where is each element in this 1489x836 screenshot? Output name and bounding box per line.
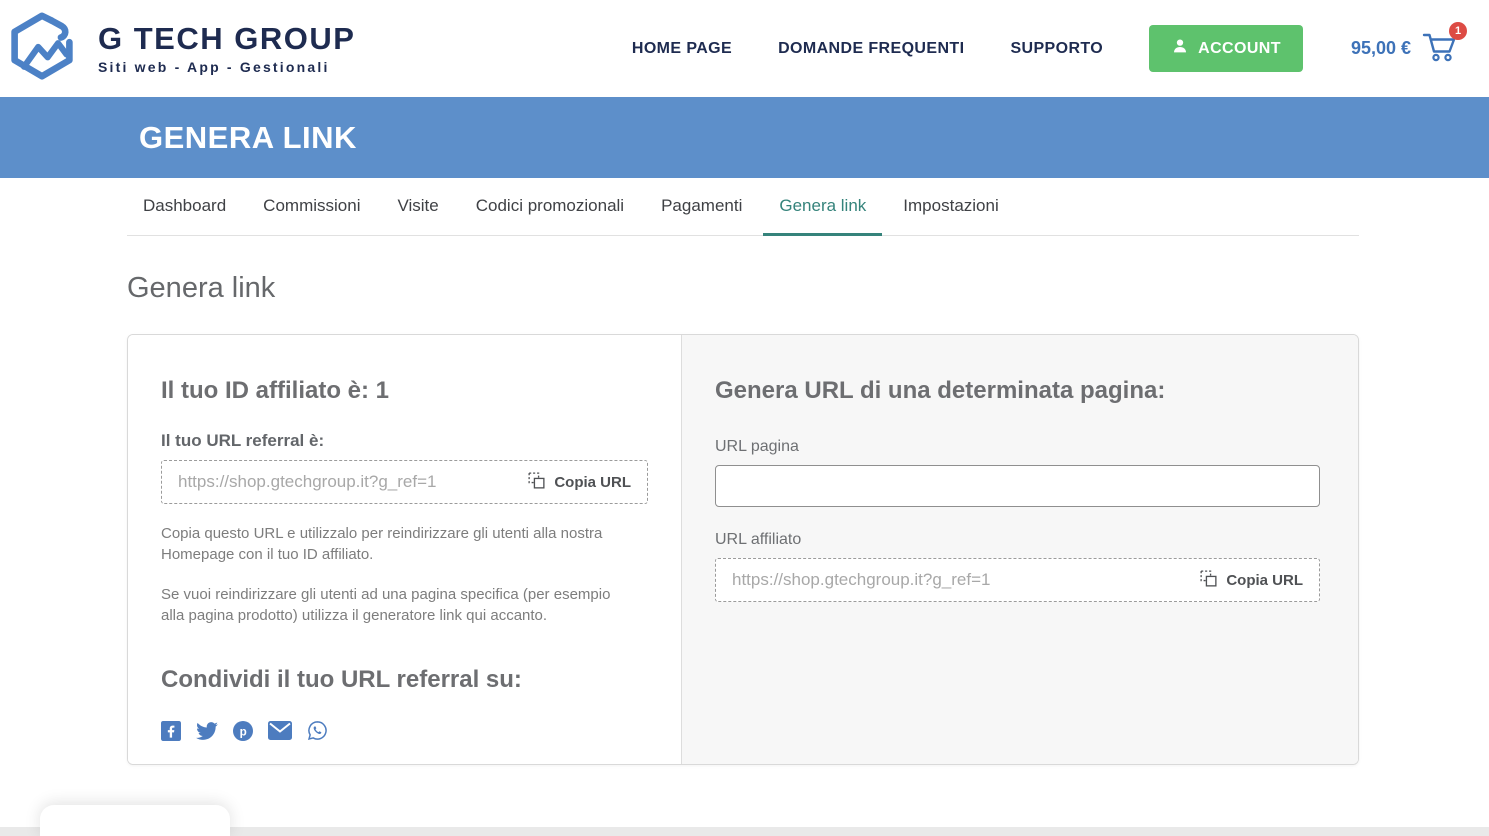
- site-header: G TECH GROUP Siti web - App - Gestionali…: [0, 0, 1489, 97]
- brand-logo[interactable]: G TECH GROUP Siti web - App - Gestionali: [8, 12, 355, 85]
- cart-total: 95,00 €: [1351, 38, 1411, 59]
- pinterest-icon[interactable]: p: [233, 721, 253, 741]
- copy-referral-url-button[interactable]: Copia URL: [528, 472, 631, 493]
- tab-dashboard[interactable]: Dashboard: [127, 178, 242, 236]
- share-heading: Condividi il tuo URL referral su:: [161, 666, 648, 694]
- url-page-label: URL pagina: [715, 438, 1320, 456]
- affiliate-url-value: https://shop.gtechgroup.it?g_ref=1: [732, 570, 991, 590]
- email-icon[interactable]: [268, 721, 292, 740]
- user-icon: [1171, 37, 1189, 60]
- copy-affiliate-url-button[interactable]: Copia URL: [1200, 570, 1303, 591]
- nav-item-supporto[interactable]: SUPPORTO: [1010, 40, 1103, 58]
- brand-name: G TECH GROUP: [98, 22, 355, 56]
- facebook-icon[interactable]: [161, 721, 181, 741]
- social-share-row: p: [161, 720, 648, 741]
- tab-codici-promozionali[interactable]: Codici promozionali: [460, 178, 640, 236]
- copy-icon: [1200, 570, 1217, 591]
- affiliate-url-box: https://shop.gtechgroup.it?g_ref=1 Copia…: [715, 558, 1320, 602]
- page: G TECH GROUP Siti web - App - Gestionali…: [0, 0, 1489, 836]
- nav-item-home-page[interactable]: HOME PAGE: [632, 40, 732, 58]
- url-page-input[interactable]: [715, 465, 1320, 507]
- tab-pagamenti[interactable]: Pagamenti: [645, 178, 758, 236]
- tab-commissioni[interactable]: Commissioni: [247, 178, 376, 236]
- tab-impostazioni[interactable]: Impostazioni: [887, 178, 1014, 236]
- main-nav: HOME PAGE DOMANDE FREQUENTI SUPPORTO: [632, 40, 1103, 58]
- brand-tagline: Siti web - App - Gestionali: [98, 59, 355, 75]
- url-affiliato-label: URL affiliato: [715, 531, 1320, 549]
- referral-url-value: https://shop.gtechgroup.it?g_ref=1: [178, 472, 437, 492]
- whatsapp-icon[interactable]: [307, 720, 328, 741]
- referral-url-label: Il tuo URL referral è:: [161, 431, 648, 451]
- copy-button-label: Copia URL: [554, 474, 631, 491]
- account-button[interactable]: ACCOUNT: [1149, 25, 1303, 72]
- generator-heading: Genera URL di una determinata pagina:: [715, 377, 1320, 405]
- cart-area: 95,00 € 1: [1351, 30, 1459, 68]
- referral-url-box: https://shop.gtechgroup.it?g_ref=1 Copia…: [161, 460, 648, 504]
- banner-title: GENERA LINK: [139, 120, 357, 156]
- page-title: Genera link: [127, 272, 1489, 305]
- hexagon-mountain-logo-icon: [8, 12, 76, 85]
- twitter-icon[interactable]: [196, 721, 218, 741]
- copy-icon: [528, 472, 545, 493]
- tab-genera-link[interactable]: Genera link: [763, 178, 882, 236]
- bottom-peek-widget[interactable]: [40, 805, 230, 836]
- tabs-bar: Dashboard Commissioni Visite Codici prom…: [0, 178, 1489, 236]
- referral-info-paragraph: Copia questo URL e utilizzalo per reindi…: [161, 523, 631, 565]
- url-generator-panel: Genera URL di una determinata pagina: UR…: [682, 335, 1358, 764]
- tab-visite[interactable]: Visite: [381, 178, 454, 236]
- affiliate-id-heading: Il tuo ID affiliato è: 1: [161, 377, 648, 405]
- cart-count-badge: 1: [1449, 22, 1467, 40]
- page-banner: GENERA LINK: [0, 97, 1489, 178]
- generator-info-paragraph: Se vuoi reindirizzare gli utenti ad una …: [161, 584, 631, 626]
- cart-icon[interactable]: 1: [1421, 30, 1459, 68]
- copy-button-label: Copia URL: [1226, 572, 1303, 589]
- genera-link-card: Il tuo ID affiliato è: 1 Il tuo URL refe…: [127, 334, 1359, 765]
- nav-item-domande-frequenti[interactable]: DOMANDE FREQUENTI: [778, 40, 964, 58]
- referral-panel: Il tuo ID affiliato è: 1 Il tuo URL refe…: [128, 335, 682, 764]
- svg-text:p: p: [240, 725, 247, 738]
- account-button-label: ACCOUNT: [1198, 40, 1281, 58]
